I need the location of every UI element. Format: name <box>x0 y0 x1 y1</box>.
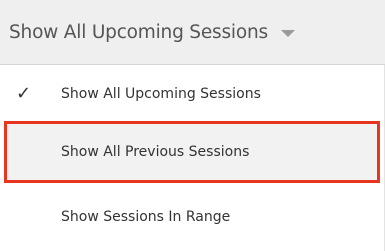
dropdown-menu: ✓ Show All Upcoming Sessions Show All Pr… <box>0 65 385 251</box>
option-label: Show All Previous Sessions <box>61 144 250 160</box>
session-filter-dropdown: Show All Upcoming Sessions ✓ Show All Up… <box>0 0 385 251</box>
option-sessions-in-range[interactable]: Show Sessions In Range <box>0 183 384 251</box>
checkmark-icon: ✓ <box>16 82 32 104</box>
selected-filter-label: Show All Upcoming Sessions <box>9 21 268 43</box>
option-previous-sessions[interactable]: Show All Previous Sessions <box>4 121 380 183</box>
option-label: Show All Upcoming Sessions <box>61 85 261 102</box>
caret-down-icon <box>280 30 295 37</box>
session-filter-trigger[interactable]: Show All Upcoming Sessions <box>0 0 385 65</box>
option-label: Show Sessions In Range <box>61 209 231 225</box>
option-upcoming-sessions[interactable]: ✓ Show All Upcoming Sessions <box>0 65 384 122</box>
